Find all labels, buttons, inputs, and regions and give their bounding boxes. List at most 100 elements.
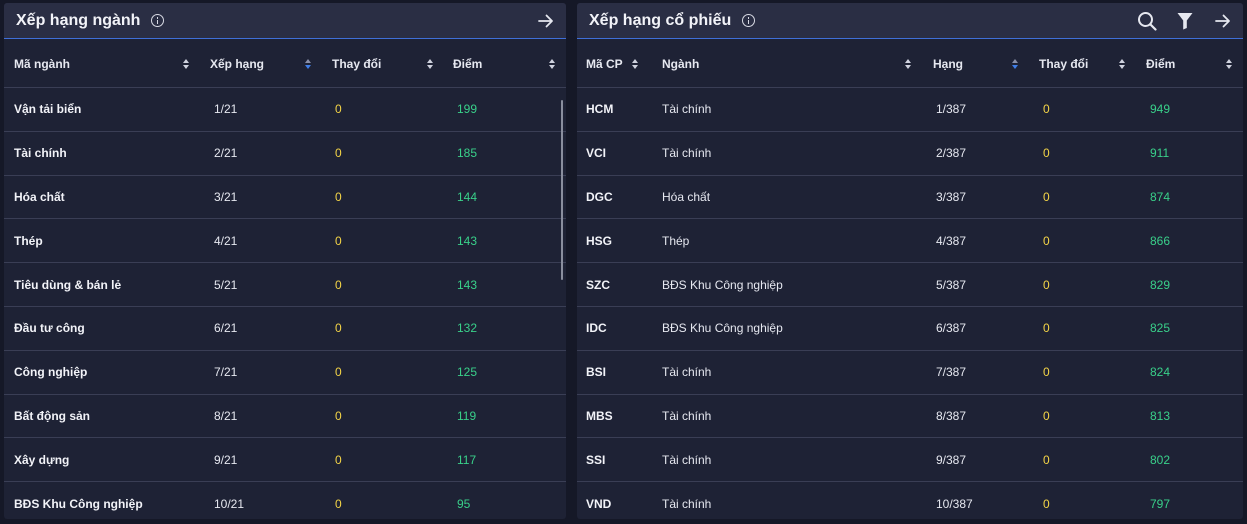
table-row[interactable]: Thép 4/21 0 143 (4, 219, 566, 264)
column-header-change[interactable]: Thay đổi (1039, 40, 1088, 88)
table-header: Mã ngành Xếp hạng Thay đổi Điểm (4, 40, 566, 88)
column-header-code[interactable]: Mã CP (586, 40, 623, 88)
stock-ranking-panel: Xếp hạng cổ phiếu Mã CP Ngành Hạng Thay … (577, 3, 1243, 519)
stock-code: IDC (586, 321, 607, 336)
sector-name: Xây dựng (14, 452, 70, 467)
table-row[interactable]: VCI Tài chính 2/387 0 911 (577, 132, 1243, 176)
sector-score: 95 (457, 497, 471, 512)
table-row[interactable]: Hóa chất 3/21 0 144 (4, 176, 566, 220)
table-row[interactable]: VND Tài chính 10/387 0 797 (577, 482, 1243, 519)
stock-score: 829 (1150, 277, 1171, 292)
sort-icon[interactable] (1012, 59, 1020, 70)
sector-name: Bất động sản (14, 408, 91, 423)
sector-score: 143 (457, 277, 478, 292)
sector-change: 0 (335, 321, 342, 336)
column-header-score[interactable]: Điểm (1146, 40, 1175, 88)
stock-change: 0 (1043, 102, 1050, 117)
table-row[interactable]: SZC BĐS Khu Công nghiệp 5/387 0 829 (577, 263, 1243, 307)
stock-change: 0 (1043, 365, 1050, 380)
sector-score: 144 (457, 189, 478, 204)
stock-rank: 8/387 (936, 408, 967, 423)
stock-change: 0 (1043, 408, 1050, 423)
table-row[interactable]: IDC BĐS Khu Công nghiệp 6/387 0 825 (577, 307, 1243, 351)
sort-icon[interactable] (632, 59, 640, 70)
sector-change: 0 (335, 146, 342, 161)
stock-score: 802 (1150, 452, 1171, 467)
sector-score: 117 (457, 452, 477, 467)
stock-change: 0 (1043, 497, 1050, 512)
table-row[interactable]: Tiêu dùng & bán lẻ 5/21 0 143 (4, 263, 566, 307)
column-header-score[interactable]: Điểm (453, 40, 482, 88)
arrow-right-icon[interactable] (536, 11, 556, 31)
column-header-sector[interactable]: Ngành (662, 40, 699, 88)
column-header-rank[interactable]: Xếp hạng (210, 40, 264, 88)
sort-icon[interactable] (549, 59, 557, 70)
sector-score: 119 (457, 408, 477, 423)
table-row[interactable]: HSG Thép 4/387 0 866 (577, 219, 1243, 264)
stock-rank: 9/387 (936, 452, 967, 467)
column-header-sector[interactable]: Mã ngành (14, 40, 70, 88)
sector-table-body: Vận tải biển 1/21 0 199 Tài chính 2/21 0 185 Hóa… (4, 88, 566, 519)
sector-name: BĐS Khu Công nghiệp (14, 497, 143, 512)
stock-code: HSG (586, 233, 613, 248)
sector-name: Vận tải biển (14, 102, 82, 117)
sector-change: 0 (335, 452, 342, 467)
column-header-rank[interactable]: Hạng (933, 40, 963, 88)
table-row[interactable]: Xây dựng 9/21 0 117 (4, 438, 566, 483)
stock-code: VCI (586, 146, 607, 161)
sector-rank: 5/21 (214, 277, 238, 292)
table-row[interactable]: MBS Tài chính 8/387 0 813 (577, 395, 1243, 439)
stock-rank: 4/387 (936, 233, 967, 248)
info-icon[interactable] (742, 14, 756, 27)
sector-ranking-header: Xếp hạng ngành (4, 3, 566, 39)
table-row[interactable]: Bất động sản 8/21 0 119 (4, 395, 566, 439)
table-row[interactable]: Vận tải biển 1/21 0 199 (4, 88, 566, 132)
sector-rank: 6/21 (214, 321, 238, 336)
sector-score: 132 (457, 321, 478, 336)
stock-rank: 5/387 (936, 277, 967, 292)
table-row[interactable]: DGC Hóa chất 3/387 0 874 (577, 176, 1243, 220)
sector-change: 0 (335, 277, 342, 292)
sort-icon[interactable] (427, 59, 435, 70)
stock-rank: 6/387 (936, 321, 967, 336)
stock-score: 949 (1150, 102, 1171, 117)
stock-score: 813 (1150, 408, 1171, 423)
info-icon[interactable] (151, 14, 165, 27)
sector-score: 185 (457, 146, 478, 161)
sector-change: 0 (335, 233, 342, 248)
sector-change: 0 (335, 102, 342, 117)
sector-change: 0 (335, 365, 342, 380)
filter-icon[interactable] (1175, 11, 1195, 31)
sort-icon[interactable] (305, 59, 313, 70)
stock-sector: BĐS Khu Công nghiệp (662, 277, 783, 292)
table-row[interactable]: Đầu tư công 6/21 0 132 (4, 307, 566, 351)
sort-icon[interactable] (183, 59, 191, 70)
stock-score: 797 (1150, 497, 1171, 512)
sector-name: Tiêu dùng & bán lẻ (14, 277, 122, 292)
table-row[interactable]: BSI Tài chính 7/387 0 824 (577, 351, 1243, 395)
table-row[interactable]: Tài chính 2/21 0 185 (4, 132, 566, 176)
stock-rank: 3/387 (936, 189, 967, 204)
stock-sector: Tài chính (662, 146, 712, 161)
stock-score: 824 (1150, 365, 1171, 380)
sector-score: 143 (457, 233, 478, 248)
stock-rank: 2/387 (936, 146, 967, 161)
stock-score: 825 (1150, 321, 1171, 336)
table-row[interactable]: SSI Tài chính 9/387 0 802 (577, 438, 1243, 483)
sort-icon[interactable] (1226, 59, 1234, 70)
stock-change: 0 (1043, 189, 1050, 204)
search-icon[interactable] (1137, 11, 1157, 31)
arrow-right-icon[interactable] (1213, 11, 1233, 31)
stock-score: 911 (1150, 146, 1170, 161)
column-header-change[interactable]: Thay đổi (332, 40, 381, 88)
stock-code: SSI (586, 452, 606, 467)
stock-rank: 1/387 (936, 102, 967, 117)
table-row[interactable]: BĐS Khu Công nghiệp 10/21 0 95 (4, 482, 566, 519)
stock-change: 0 (1043, 277, 1050, 292)
table-row[interactable]: HCM Tài chính 1/387 0 949 (577, 88, 1243, 132)
sort-icon[interactable] (1119, 59, 1127, 70)
stock-code: DGC (586, 189, 613, 204)
scrollbar[interactable] (561, 100, 563, 280)
table-row[interactable]: Công nghiệp 7/21 0 125 (4, 351, 566, 395)
sort-icon[interactable] (905, 59, 913, 70)
